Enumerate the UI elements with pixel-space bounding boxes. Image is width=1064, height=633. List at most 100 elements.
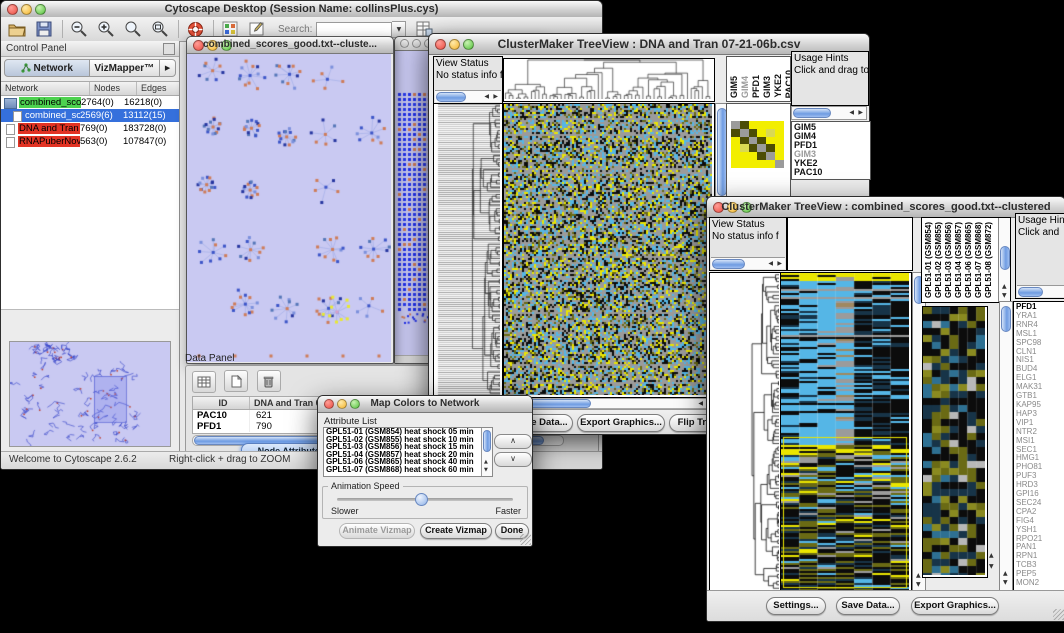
- matrix-cell[interactable]: [740, 137, 749, 145]
- dialog-title-bar[interactable]: Map Colors to Network: [318, 396, 532, 413]
- minimize-icon[interactable]: [412, 39, 421, 48]
- scroll-down-icon[interactable]: ▼: [484, 466, 488, 474]
- matrix-cell[interactable]: [731, 144, 740, 152]
- scroll-down-icon[interactable]: ▼: [1002, 292, 1007, 300]
- network-tree-row[interactable]: combined_scores2764(0)16218(0): [1, 96, 179, 109]
- list-vscrollbar[interactable]: ▲ ▼: [481, 428, 492, 476]
- matrix-cell[interactable]: [775, 121, 784, 129]
- matrix-cell[interactable]: [740, 121, 749, 129]
- view-status-scrollbar[interactable]: ◀ ▶: [435, 90, 501, 102]
- column-label[interactable]: GIM4: [740, 76, 750, 98]
- labels-vscrollbar[interactable]: ▲ ▼: [998, 218, 1010, 302]
- network-window-1[interactable]: combined_scores_good.txt--cluste...: [186, 36, 394, 364]
- zoom-in-icon[interactable]: [96, 20, 116, 39]
- matrix-cell[interactable]: [757, 137, 766, 145]
- matrix-cell[interactable]: [749, 129, 758, 137]
- tv1-column-dendrogram[interactable]: [504, 59, 712, 99]
- heatmap-pane[interactable]: [503, 103, 715, 398]
- tab-overflow[interactable]: ▶: [160, 59, 176, 77]
- matrix-cell[interactable]: [749, 160, 758, 168]
- column-label[interactable]: GPL51-04 (GSM857): [954, 222, 963, 298]
- scroll-down-icon[interactable]: ▼: [1003, 579, 1008, 587]
- tab-network[interactable]: Network: [4, 59, 90, 77]
- tv1-row-dendrogram[interactable]: [434, 104, 500, 395]
- matrix-cell[interactable]: [775, 144, 784, 152]
- birdseye-canvas[interactable]: [9, 341, 171, 447]
- resize-grip[interactable]: [520, 534, 531, 545]
- column-label[interactable]: PFD1: [751, 75, 761, 98]
- delete-attribute-icon[interactable]: [257, 370, 281, 392]
- scroll-right-icon[interactable]: ▶: [858, 109, 863, 117]
- gene-label[interactable]: MON2: [1016, 579, 1064, 588]
- scrollbar-thumb[interactable]: [1000, 246, 1010, 270]
- matrix-cell[interactable]: [766, 144, 775, 152]
- matrix-cell[interactable]: [749, 152, 758, 160]
- scroll-right-icon[interactable]: ▶: [777, 260, 782, 268]
- main-title-bar[interactable]: Cytoscape Desktop (Session Name: collins…: [1, 1, 602, 18]
- matrix-cell[interactable]: [731, 121, 740, 129]
- zoom-selected-icon[interactable]: [123, 20, 143, 39]
- create-vizmap-button[interactable]: Create Vizmap: [420, 523, 492, 539]
- network-tree-row[interactable]: combined_sco2569(6)13112(15): [1, 109, 179, 122]
- open-file-icon[interactable]: [7, 20, 27, 39]
- matrix-cell[interactable]: [731, 129, 740, 137]
- scrollbar-thumb[interactable]: [483, 430, 491, 452]
- scroll-left-icon[interactable]: ◀: [484, 93, 489, 101]
- network-canvas[interactable]: [187, 54, 391, 362]
- column-label[interactable]: GPL51-02 (GSM855): [934, 222, 943, 298]
- view-status-scrollbar[interactable]: ◀ ▶: [711, 257, 785, 269]
- tab-vizmapper[interactable]: VizMapper™: [90, 59, 161, 77]
- column-header-nodes[interactable]: Nodes: [90, 82, 137, 95]
- matrix-cell[interactable]: [740, 144, 749, 152]
- column-label[interactable]: GIM5: [729, 76, 739, 98]
- export-graphics-button[interactable]: Export Graphics...: [911, 597, 999, 615]
- matrix-cell[interactable]: [757, 152, 766, 160]
- column-label[interactable]: PAC10: [784, 70, 791, 98]
- scroll-up-icon[interactable]: ▲: [484, 458, 488, 466]
- matrix-cell[interactable]: [757, 160, 766, 168]
- save-data-button[interactable]: Save Data...: [836, 597, 900, 615]
- network-tree-row[interactable]: RNAPuberNov2+563(0)107847(0): [1, 135, 179, 148]
- column-label[interactable]: GIM3: [762, 76, 772, 98]
- scrollbar-thumb[interactable]: [712, 259, 745, 269]
- animate-vizmap-button[interactable]: Animate Vizmap: [339, 523, 415, 539]
- tv2-heatmap[interactable]: [781, 273, 909, 590]
- usage-hints-scrollbar[interactable]: ◀ ▶: [791, 106, 867, 120]
- tv2-row-dendrogram[interactable]: [710, 273, 779, 590]
- column-label[interactable]: GPL51-07 (GSM868): [974, 222, 983, 298]
- float-panel-icon[interactable]: [163, 43, 175, 55]
- column-label[interactable]: GPL51-06 (GSM865): [964, 222, 973, 298]
- matrix-cell[interactable]: [740, 160, 749, 168]
- export-graphics-button[interactable]: Export Graphics...: [577, 414, 665, 432]
- genelist-vscrollbar[interactable]: ▲ ▼: [999, 301, 1013, 591]
- matrix-cell[interactable]: [766, 129, 775, 137]
- scroll-left-icon[interactable]: ◀: [698, 400, 703, 408]
- move-down-button[interactable]: ∨: [494, 452, 532, 467]
- column-header-edges[interactable]: Edges: [137, 82, 179, 95]
- detail-heatmap-pane[interactable]: [922, 306, 988, 578]
- search-dropdown-icon[interactable]: ▼: [392, 21, 406, 38]
- matrix-cell[interactable]: [775, 137, 784, 145]
- column-dendrogram-pane[interactable]: [787, 217, 913, 271]
- usage-hints-scrollbar[interactable]: [1017, 285, 1064, 297]
- save-icon[interactable]: [34, 20, 54, 39]
- network-window-1-title-bar[interactable]: combined_scores_good.txt--cluste...: [187, 37, 393, 54]
- settings-button[interactable]: Settings...: [766, 597, 826, 615]
- attribute-item[interactable]: GPL51-07 (GSM868) heat shock 60 min: [324, 466, 492, 474]
- tv2-detail-heatmap[interactable]: [923, 307, 985, 575]
- move-up-button[interactable]: ∧: [494, 434, 532, 449]
- scroll-up-icon[interactable]: ▲: [1002, 283, 1007, 291]
- scroll-up-icon[interactable]: ▲: [989, 552, 994, 560]
- gene-label[interactable]: PAC10: [794, 168, 870, 177]
- scroll-left-icon[interactable]: ◀: [849, 109, 854, 117]
- scroll-up-icon[interactable]: ▲: [1003, 570, 1008, 578]
- column-label[interactable]: YKE2: [773, 74, 783, 98]
- row-dendrogram-pane[interactable]: [433, 103, 503, 398]
- matrix-cell[interactable]: [749, 121, 758, 129]
- matrix-cell[interactable]: [775, 129, 784, 137]
- row-dendrogram-pane[interactable]: [709, 272, 782, 593]
- zoom-out-icon[interactable]: [69, 20, 89, 39]
- close-icon[interactable]: [400, 39, 409, 48]
- matrix-cell[interactable]: [766, 152, 775, 160]
- tv1-heatmap[interactable]: [504, 104, 712, 395]
